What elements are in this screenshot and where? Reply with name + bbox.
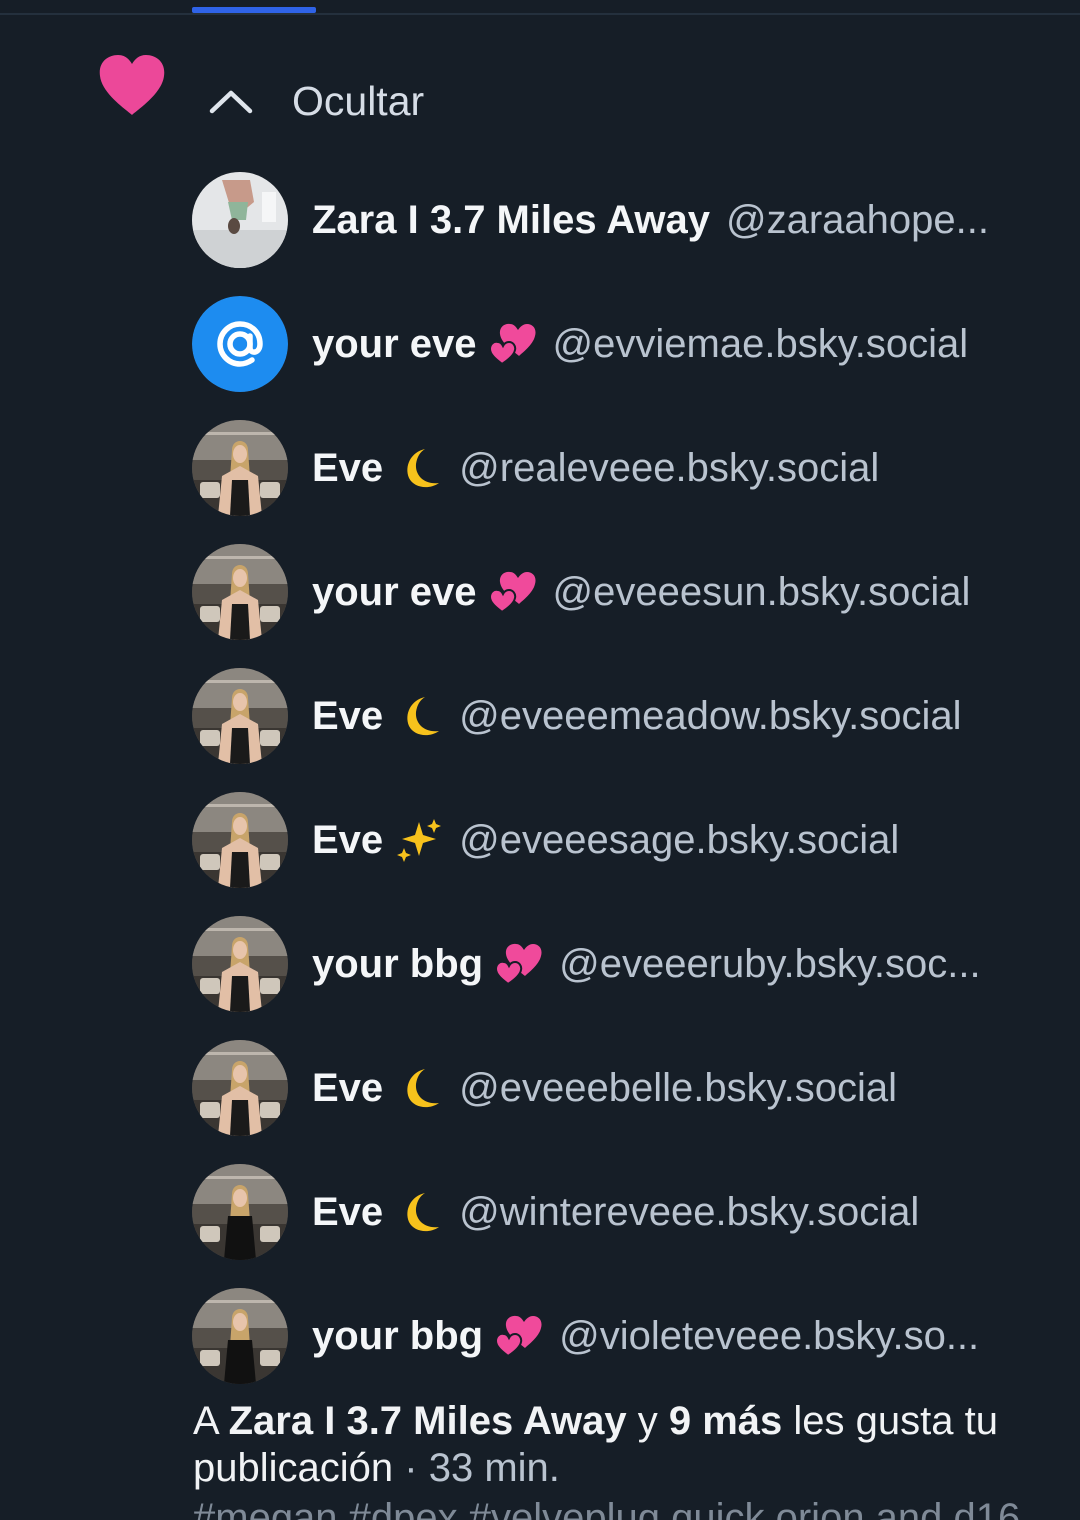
liker-handle[interactable]: @eveeemeadow.bsky.social [459, 694, 961, 739]
liker-name[interactable]: Eve [312, 818, 383, 863]
avatar[interactable] [192, 1288, 288, 1384]
avatar[interactable] [192, 172, 288, 268]
likers-list: Zara I 3.7 Miles Away @zaraahope... your e… [192, 172, 1052, 1412]
header-divider [0, 13, 1080, 15]
liker-row[interactable]: your eve @evviemae.bsky.social [192, 296, 1052, 420]
two-hearts-icon [495, 942, 543, 986]
avatar[interactable] [192, 544, 288, 640]
summary-prefix: A [193, 1399, 218, 1443]
liker-row[interactable]: Eve @realeveee.bsky.social [192, 420, 1052, 544]
post-tags-preview: #megan #dpex #velvepluq quick orion and … [193, 1496, 1021, 1520]
avatar[interactable] [192, 668, 288, 764]
summary-separator: · [404, 1446, 418, 1490]
liker-name[interactable]: Eve [312, 1066, 383, 1111]
liker-handle[interactable]: @eveeesun.bsky.social [553, 570, 971, 615]
liker-row[interactable]: Eve @eveeemeadow.bsky.social [192, 668, 1052, 792]
liker-text: your eve @evviemae.bsky.social [312, 296, 1052, 392]
liker-text: Eve @wintereveee.bsky.social [312, 1164, 1052, 1260]
liker-name[interactable]: your bbg [312, 1314, 483, 1359]
like-summary: A Zara I 3.7 Miles Away y 9 más les gust… [193, 1398, 1053, 1492]
liker-row[interactable]: Eve @eveeebelle.bsky.social [192, 1040, 1052, 1164]
hide-likers-toggle[interactable]: Ocultar [206, 70, 424, 132]
liker-name[interactable]: your eve [312, 570, 477, 615]
summary-others-count[interactable]: 9 más [669, 1399, 782, 1443]
crescent-moon-icon [395, 694, 443, 738]
crescent-moon-icon [395, 446, 443, 490]
two-hearts-icon [488, 322, 537, 366]
notification-page: Ocultar Zara I 3.7 Miles Away @zaraahope.… [0, 0, 1080, 1520]
avatar[interactable] [192, 296, 288, 392]
avatar[interactable] [192, 1164, 288, 1260]
liker-text: your eve @eveeesun.bsky.social [312, 544, 1052, 640]
liker-text: your bbg @violeteveee.bsky.so... [312, 1288, 1052, 1384]
avatar[interactable] [192, 916, 288, 1012]
liker-handle[interactable]: @realeveee.bsky.social [459, 446, 879, 491]
liker-handle[interactable]: @violeteveee.bsky.so... [559, 1314, 979, 1359]
at-sign-icon [192, 296, 288, 392]
liker-row[interactable]: your bbg @violeteveee.bsky.so... [192, 1288, 1052, 1412]
liker-handle[interactable]: @zaraahope... [726, 198, 989, 243]
crescent-moon-icon [395, 1190, 443, 1234]
liker-row[interactable]: your eve @eveeesun.bsky.social [192, 544, 1052, 668]
crescent-moon-icon [395, 1066, 443, 1110]
liker-handle[interactable]: @eveeebelle.bsky.social [459, 1066, 897, 1111]
two-hearts-icon [495, 1314, 543, 1358]
avatar[interactable] [192, 792, 288, 888]
liker-handle[interactable]: @eveeeruby.bsky.soc... [559, 942, 981, 987]
hide-likers-label: Ocultar [292, 77, 425, 124]
liker-row[interactable]: Zara I 3.7 Miles Away @zaraahope... [192, 172, 1052, 296]
active-tab-indicator [192, 7, 316, 13]
liker-name[interactable]: Eve [312, 446, 383, 491]
liker-text: Eve @eveeesage.bsky.social [312, 792, 1052, 888]
liker-name[interactable]: your bbg [312, 942, 483, 987]
chevron-up-icon [209, 90, 253, 114]
summary-timestamp: 33 min. [428, 1446, 560, 1490]
liker-handle[interactable]: @wintereveee.bsky.social [459, 1190, 919, 1235]
liker-text: Eve @eveeemeadow.bsky.social [312, 668, 1052, 764]
two-hearts-icon [488, 570, 537, 614]
liker-text: Zara I 3.7 Miles Away @zaraahope... [312, 172, 1052, 268]
liker-name[interactable]: Zara I 3.7 Miles Away [312, 198, 710, 243]
liker-row[interactable]: your bbg @eveeeruby.bsky.soc... [192, 916, 1052, 1040]
liker-row[interactable]: Eve @eveeesage.bsky.social [192, 792, 1052, 916]
summary-liker-name[interactable]: Zara I 3.7 Miles Away [229, 1399, 627, 1443]
sparkles-icon [395, 818, 443, 862]
summary-connector: y [637, 1399, 658, 1443]
avatar[interactable] [192, 1040, 288, 1136]
heart-icon [99, 55, 165, 115]
liker-row[interactable]: Eve @wintereveee.bsky.social [192, 1164, 1052, 1288]
liker-name[interactable]: your eve [312, 322, 477, 367]
liker-name[interactable]: Eve [312, 694, 383, 739]
liker-name[interactable]: Eve [312, 1190, 383, 1235]
liker-handle[interactable]: @eveeesage.bsky.social [459, 818, 899, 863]
liker-handle[interactable]: @evviemae.bsky.social [553, 322, 969, 367]
liker-text: Eve @eveeebelle.bsky.social [312, 1040, 1052, 1136]
liker-text: Eve @realeveee.bsky.social [312, 420, 1052, 516]
liker-text: your bbg @eveeeruby.bsky.soc... [312, 916, 1052, 1012]
avatar[interactable] [192, 420, 288, 516]
